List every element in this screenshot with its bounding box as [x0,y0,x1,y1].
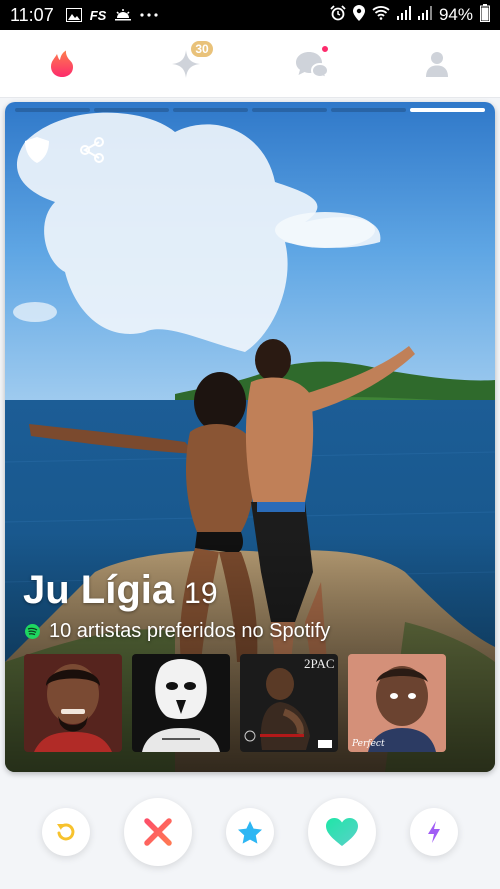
nope-button[interactable] [124,798,192,866]
boost-button[interactable] [410,808,458,856]
spotify-artist-list: 2PAC Perfect [24,654,446,752]
top-navigation: 30 [0,30,500,98]
nav-profile[interactable] [407,30,467,98]
photo-indicator-active[interactable] [410,108,485,112]
star-icon [238,820,262,844]
battery-icon [480,3,490,27]
status-bar: 11:07 FS 94% [0,0,500,30]
artist-cover[interactable] [132,654,230,752]
spotify-artists-row: 10 artistas preferidos no Spotify [25,620,330,643]
close-icon [144,818,172,846]
profile-age: 19 [184,577,218,610]
share-button[interactable] [74,132,110,168]
alarm-icon [330,4,346,26]
artist-cover[interactable]: 2PAC [240,654,338,752]
more-notifications-icon [140,13,158,17]
wifi-icon [372,5,390,25]
nav-messages[interactable] [282,30,342,98]
rewind-icon [57,823,75,841]
status-time: 11:07 [10,4,54,25]
top-picks-badge: 30 [189,39,215,59]
nav-tinder-home[interactable] [32,30,92,98]
photo-indicator[interactable] [331,108,406,112]
chat-bubbles-icon [296,52,329,78]
photo-indicator[interactable] [94,108,169,112]
messages-unread-dot [320,44,330,54]
gallery-icon [65,8,82,22]
nav-top-picks[interactable]: 30 [156,30,216,98]
photo-indicator[interactable] [173,108,248,112]
heart-icon [326,818,358,846]
artist-cover[interactable]: Perfect [348,654,446,752]
super-like-button[interactable] [226,808,274,856]
location-icon [352,4,365,26]
battery-percent: 94% [438,5,473,24]
rewind-button[interactable] [42,808,90,856]
profile-name-row[interactable]: Ju Lígia 19 [23,568,218,613]
photo-indicator[interactable] [15,108,90,112]
shield-icon [25,137,49,163]
weather-icon [114,8,132,22]
photo-indicator[interactable] [252,108,327,112]
signal-icon-2 [417,5,432,25]
safety-shield-button[interactable] [19,132,55,168]
artist-cover[interactable] [24,654,122,752]
user-icon [426,52,448,77]
svg-text:Perfect: Perfect [351,739,385,749]
spotify-icon [25,624,40,639]
photo-progress [15,108,485,112]
spotify-artists-text: 10 artistas preferidos no Spotify [49,620,331,642]
svg-text:2PAC: 2PAC [304,656,335,671]
profile-name: Ju Lígia [23,568,175,612]
like-button[interactable] [308,798,376,866]
profile-card[interactable]: Ju Lígia 19 10 artistas preferidos no Sp… [5,102,495,772]
tinder-flame-icon [51,50,73,77]
lightning-icon [428,821,440,843]
fs-label: FS [89,7,107,23]
signal-icon [396,5,411,25]
share-icon [80,137,104,163]
